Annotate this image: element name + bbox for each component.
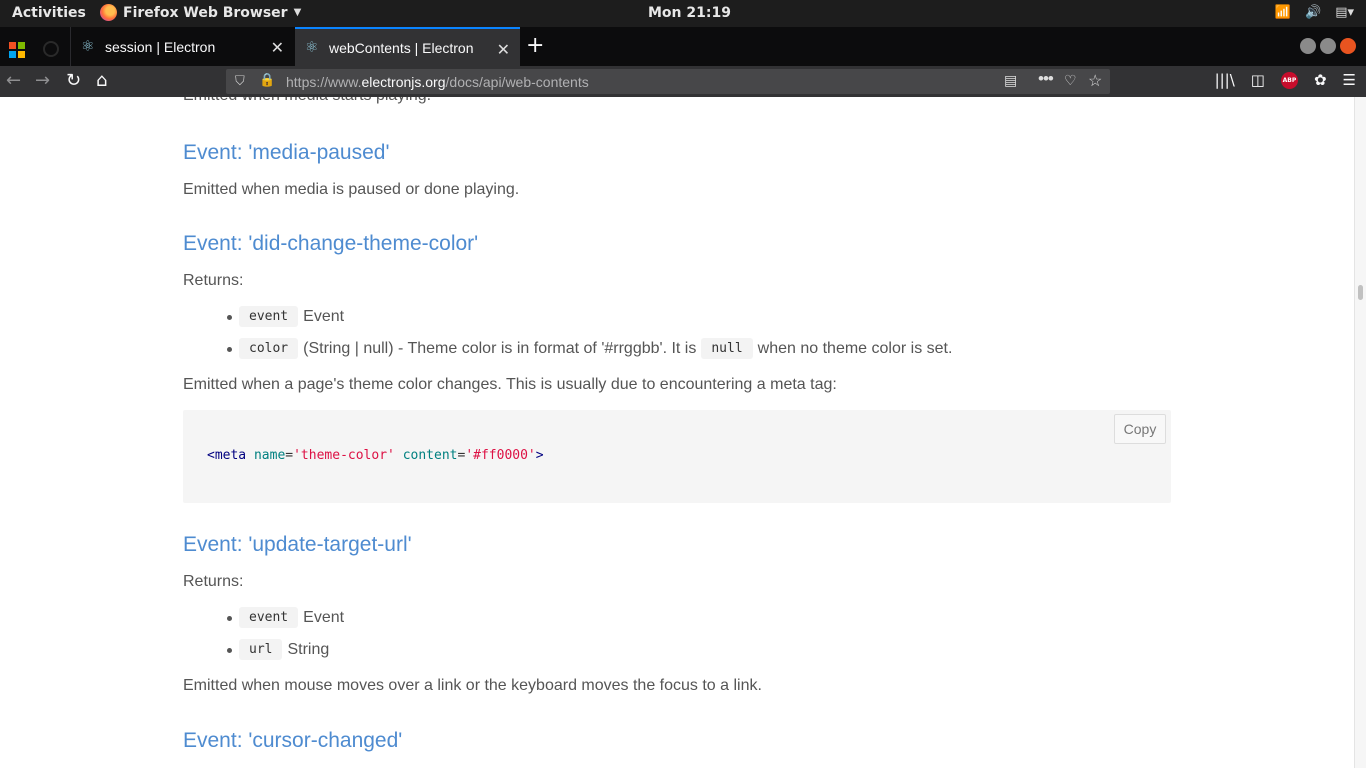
app-menu[interactable]: Firefox Web Browser ▼ — [100, 4, 301, 21]
battery-icon: ▤▾ — [1335, 5, 1354, 20]
shield-icon[interactable]: ⛉ — [235, 73, 245, 89]
close-icon[interactable]: ✕ — [271, 38, 284, 58]
github-icon[interactable] — [43, 41, 59, 57]
media-paused-description: Emitted when media is paused or done pla… — [183, 181, 520, 198]
close-window-button[interactable] — [1340, 38, 1356, 54]
bookmark-star-icon[interactable]: ☆ — [1088, 71, 1102, 91]
inline-code: color — [239, 338, 299, 359]
tab-session[interactable]: ⚛ session | Electron ✕ — [70, 27, 294, 66]
url-bar[interactable]: ⛉ 🔒 https://www.electronjs.org/docs/api/… — [226, 69, 1110, 94]
more-actions-icon[interactable]: ••• — [1038, 69, 1054, 89]
heading-update-target-url[interactable]: Event: 'update-target-url' — [183, 533, 412, 557]
close-icon[interactable]: ✕ — [497, 40, 510, 60]
code-token: name — [253, 448, 286, 463]
gnome-top-bar: Activities Firefox Web Browser ▼ Mon 21:… — [0, 0, 1366, 27]
url-domain: electronjs.org — [361, 74, 446, 90]
chevron-down-icon: ▼ — [293, 7, 302, 18]
home-icon[interactable]: ⌂ — [96, 70, 107, 91]
firefox-icon — [100, 4, 117, 21]
list-item: color (String | null) - Theme color is i… — [239, 338, 952, 359]
activities-button[interactable]: Activities — [12, 5, 86, 21]
electron-icon: ⚛ — [81, 37, 95, 55]
scrollbar-thumb[interactable] — [1358, 285, 1363, 300]
reload-icon[interactable]: ↻ — [66, 70, 81, 91]
tab-title: session | Electron — [105, 38, 216, 55]
tab-bar: ⚛ session | Electron ✕ ⚛ webContents | E… — [0, 27, 1366, 66]
page-content: Emitted when media starts playing. Event… — [0, 97, 1354, 768]
code-token: <meta — [207, 448, 247, 463]
url-text[interactable]: https://www.electronjs.org/docs/api/web-… — [286, 74, 589, 90]
clock[interactable]: Mon 21:19 — [648, 5, 731, 21]
app-name: Firefox Web Browser — [123, 4, 288, 21]
wifi-icon: 📶 — [1274, 5, 1291, 20]
returns-label: Returns: — [183, 272, 244, 289]
scrollbar[interactable] — [1354, 97, 1366, 768]
maximize-button[interactable] — [1320, 38, 1336, 54]
system-tray[interactable]: 📶 🔊 ▤▾ — [1275, 5, 1354, 20]
bullet — [227, 315, 232, 320]
code-token: = — [285, 448, 294, 463]
inline-code: event — [239, 306, 299, 327]
code-line: <meta name='theme-color' content='#ff000… — [207, 448, 544, 463]
list-item: url String — [239, 639, 329, 660]
code-block: <meta name='theme-color' content='#ff000… — [183, 410, 1171, 503]
library-icon[interactable]: |||\ — [1215, 71, 1235, 89]
forward-arrow-icon[interactable]: → — [35, 70, 50, 91]
toolbar-right: |||\ ◫ ABP ✿ ☰ — [1215, 71, 1356, 89]
minimize-button[interactable] — [1300, 38, 1316, 54]
update-target-url-description: Emitted when mouse moves over a link or … — [183, 677, 762, 694]
tab-title: webContents | Electron — [329, 39, 474, 56]
new-tab-button[interactable]: + — [526, 33, 544, 58]
navigation-bar: ← → ↻ ⌂ ⛉ 🔒 https://www.electronjs.org/d… — [0, 66, 1366, 97]
inline-code: url — [239, 639, 283, 660]
list-item-text: Event — [303, 307, 345, 325]
list-item: event Event — [239, 607, 344, 628]
returns-label: Returns: — [183, 573, 244, 590]
heading-media-paused[interactable]: Event: 'media-paused' — [183, 141, 389, 165]
back-arrow-icon[interactable]: ← — [6, 70, 21, 91]
inline-code: event — [239, 607, 299, 628]
window-controls — [1300, 38, 1356, 54]
code-token: '#ff0000' — [465, 448, 536, 463]
adblock-icon[interactable]: ABP — [1280, 71, 1298, 89]
pocket-icon[interactable]: ♡ — [1064, 72, 1077, 89]
tab-webcontents[interactable]: ⚛ webContents | Electron ✕ — [295, 27, 520, 66]
volume-icon: 🔊 — [1305, 5, 1322, 20]
copy-button[interactable]: Copy — [1114, 414, 1166, 444]
code-token: 'theme-color' — [293, 448, 395, 463]
microsoft-icon[interactable] — [9, 42, 25, 58]
url-path: /docs/api/web-contents — [445, 74, 589, 90]
bullet — [227, 648, 232, 653]
heading-cursor-changed[interactable]: Event: 'cursor-changed' — [183, 729, 402, 753]
lock-icon[interactable]: 🔒 — [259, 72, 275, 88]
sidebar-icon[interactable]: ◫ — [1251, 71, 1265, 89]
list-item-text: (String | null) - Theme color is in form… — [303, 339, 697, 357]
code-token: > — [535, 448, 544, 463]
cut-off-paragraph: Emitted when media starts playing. — [183, 97, 431, 105]
menu-icon[interactable]: ☰ — [1343, 71, 1356, 89]
theme-color-description: Emitted when a page's theme color change… — [183, 376, 837, 393]
bullet — [227, 347, 232, 352]
bullet — [227, 616, 232, 621]
heading-did-change-theme-color[interactable]: Event: 'did-change-theme-color' — [183, 232, 478, 256]
url-prefix: https://www. — [286, 74, 362, 90]
list-item: event Event — [239, 306, 344, 327]
list-item-text: String — [287, 640, 330, 658]
list-item-text: Event — [303, 608, 345, 626]
extension-icon[interactable]: ✿ — [1314, 71, 1327, 89]
electron-icon: ⚛ — [305, 38, 319, 56]
list-item-text: when no theme color is set. — [757, 339, 953, 357]
inline-code: null — [701, 338, 753, 359]
code-token: content — [402, 448, 458, 463]
reader-view-icon[interactable]: ▤ — [1004, 72, 1017, 89]
